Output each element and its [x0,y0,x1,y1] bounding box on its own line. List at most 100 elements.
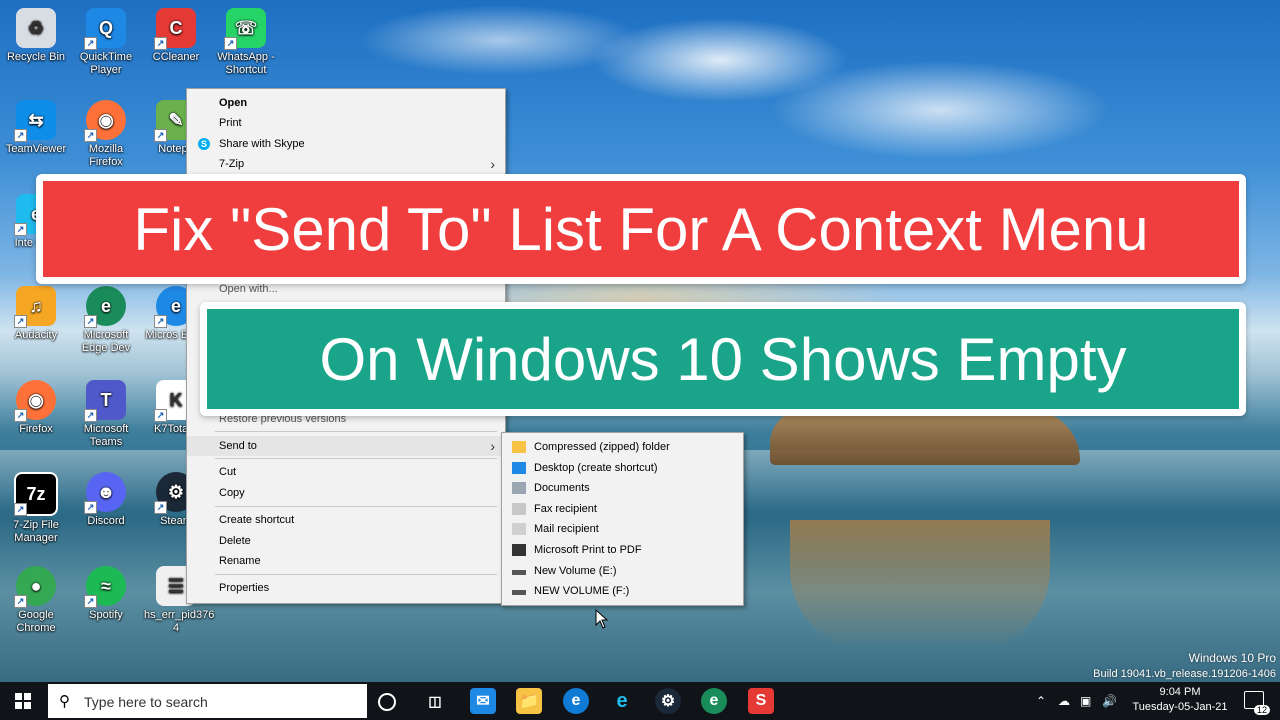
menu-separator [215,458,497,459]
desktop-icon[interactable]: Q ↗ QuickTime Player [74,8,138,77]
title-banner-line2: On Windows 10 Shows Empty [200,302,1246,416]
volume-icon[interactable]: 🔊 [1102,682,1117,720]
menu-separator [215,574,497,575]
windows-edition: Windows 10 Pro [1188,651,1276,665]
audacity-icon: ♫ ↗ [14,286,56,328]
send-to-item-label: New Volume (E:) [534,564,617,577]
fax-icon [512,502,526,515]
7zip-icon: 7z ↗ [14,472,58,516]
menu-item-create-shortcut[interactable]: Create shortcut [187,510,505,530]
steam-icon[interactable]: ⚙ [655,688,681,714]
file-explorer-icon[interactable]: 📁 [516,688,542,714]
show-hidden-icons-chevron[interactable]: ⌃ [1036,682,1046,720]
shortcut-arrow-icon: ↗ [14,315,27,328]
notification-center-icon[interactable]: 12 [1244,691,1270,715]
desktop-icon[interactable]: ♻ Recycle Bin [4,8,68,64]
menu-item-print[interactable]: Print [187,113,505,133]
task-view-icon[interactable]: ◫ [422,688,448,714]
title-text-line2: On Windows 10 Shows Empty [319,325,1127,393]
menu-item-label: Open with... [219,283,278,295]
menu-item-label: Share with Skype [219,138,305,150]
desktop-icon[interactable]: ≈ ↗ Spotify [74,566,138,622]
shortcut-arrow-icon: ↗ [84,501,97,514]
edge-icon[interactable]: e [563,688,589,714]
snagit-icon[interactable]: S [748,688,774,714]
title-banner-line1: Fix "Send To" List For A Context Menu [36,174,1246,284]
search-placeholder: Type here to search [84,694,208,710]
desktop-icon[interactable]: ☏ ↗ WhatsApp - Shortcut [214,8,278,77]
windows-logo-icon [15,693,31,709]
cortana-icon[interactable] [378,693,396,711]
send-to-item-label: Microsoft Print to PDF [534,544,642,556]
desktop-icon[interactable]: ◉ ↗ Mozilla Firefox [74,100,138,169]
send-to-item[interactable]: Desktop (create shortcut) [502,458,743,478]
menu-item-properties[interactable]: Properties [187,578,505,598]
send-to-item[interactable]: Mail recipient [502,519,743,539]
send-to-item-label: Desktop (create shortcut) [534,461,658,474]
edge-dev-icon[interactable]: e [701,688,727,714]
shortcut-arrow-icon: ↗ [154,37,167,50]
desktop-icon-label: Discord [87,515,125,527]
send-to-item[interactable]: Fax recipient [502,499,743,519]
menu-item-share-skype[interactable]: S Share with Skype [187,134,505,154]
desktop-icon[interactable]: C ↗ CCleaner [144,8,208,64]
desktop-icon-label: TeamViewer [5,143,67,155]
desktop-icon-label: Google Chrome [16,609,56,634]
menu-item-label: Copy [219,487,245,499]
desktop-icon[interactable]: ◉ ↗ Firefox [4,380,68,436]
menu-item-label: Create shortcut [219,514,295,526]
menu-item-label: 7-Zip [219,158,245,170]
shortcut-arrow-icon: ↗ [14,503,27,516]
network-icon[interactable]: ▣ [1080,682,1091,720]
taskbar-clock[interactable]: 9:04 PM Tuesday-05-Jan-21 [1130,685,1230,715]
internet-explorer-icon[interactable]: e [609,688,635,714]
mail-app-icon[interactable]: ✉ [470,688,496,714]
menu-item-copy[interactable]: Copy [187,483,505,503]
shortcut-arrow-icon: ↗ [84,315,97,328]
shortcut-arrow-icon: ↗ [224,37,237,50]
menu-separator [215,506,497,507]
menu-item-open[interactable]: Open [187,93,505,113]
desktop-icon[interactable]: ● ↗ Google Chrome [4,566,68,635]
desktop-icon-label: Spotify [89,609,123,621]
documents-icon [512,482,526,495]
menu-item-cut[interactable]: Cut [187,462,505,482]
shortcut-arrow-icon: ↗ [14,223,27,236]
edge-dev-icon: e ↗ [84,286,126,328]
send-to-submenu: Compressed (zipped) folder Desktop (creat… [501,432,744,606]
desktop-icon [512,461,526,474]
desktop-icon[interactable]: T ↗ Microsoft Teams [74,380,138,449]
send-to-item[interactable]: Documents [502,478,743,498]
send-to-item[interactable]: Compressed (zipped) folder [502,437,743,457]
desktop-icon-label: Recycle Bin [6,51,66,63]
menu-item-delete[interactable]: Delete [187,531,505,551]
menu-separator [215,431,497,432]
chevron-right-icon: › [490,156,495,172]
send-to-item[interactable]: New Volume (E:) [502,561,743,581]
send-to-item[interactable]: Microsoft Print to PDF [502,540,743,560]
send-to-item[interactable]: NEW VOLUME (F:) [502,581,743,601]
desktop-icon-label: Microsoft Edge Dev [81,329,131,354]
desktop-icon-label: CCleaner [152,51,200,63]
desktop-icon[interactable]: ⇆ ↗ TeamViewer [4,100,68,156]
menu-item-send-to[interactable]: Send to › [187,436,505,456]
taskbar-search-box[interactable]: ⚲ Type here to search [48,684,367,718]
menu-item-label: Open [219,97,248,109]
desktop-icon-label: Microsoft Teams [83,423,129,448]
chevron-right-icon: › [490,438,495,454]
start-button[interactable] [0,682,46,720]
menu-item-label: Send to [219,440,257,452]
desktop-icon[interactable]: ☻ ↗ Discord [74,472,138,528]
menu-item-7zip[interactable]: 7-Zip › [187,154,505,174]
onedrive-icon[interactable]: ☁ [1058,682,1070,720]
desktop-icon[interactable]: e ↗ Microsoft Edge Dev [74,286,138,355]
desktop-icon[interactable]: 7z ↗ 7-Zip File Manager [4,472,68,545]
send-to-item-label: Compressed (zipped) folder [534,441,670,453]
shortcut-arrow-icon: ↗ [154,409,167,422]
send-to-item-label: Fax recipient [534,502,597,515]
menu-item-rename[interactable]: Rename [187,551,505,571]
desktop-icon-label: Firefox [19,423,53,435]
shortcut-arrow-icon: ↗ [154,501,167,514]
teamviewer-icon: ⇆ ↗ [14,100,56,142]
desktop-icon[interactable]: ♫ ↗ Audacity [4,286,68,342]
